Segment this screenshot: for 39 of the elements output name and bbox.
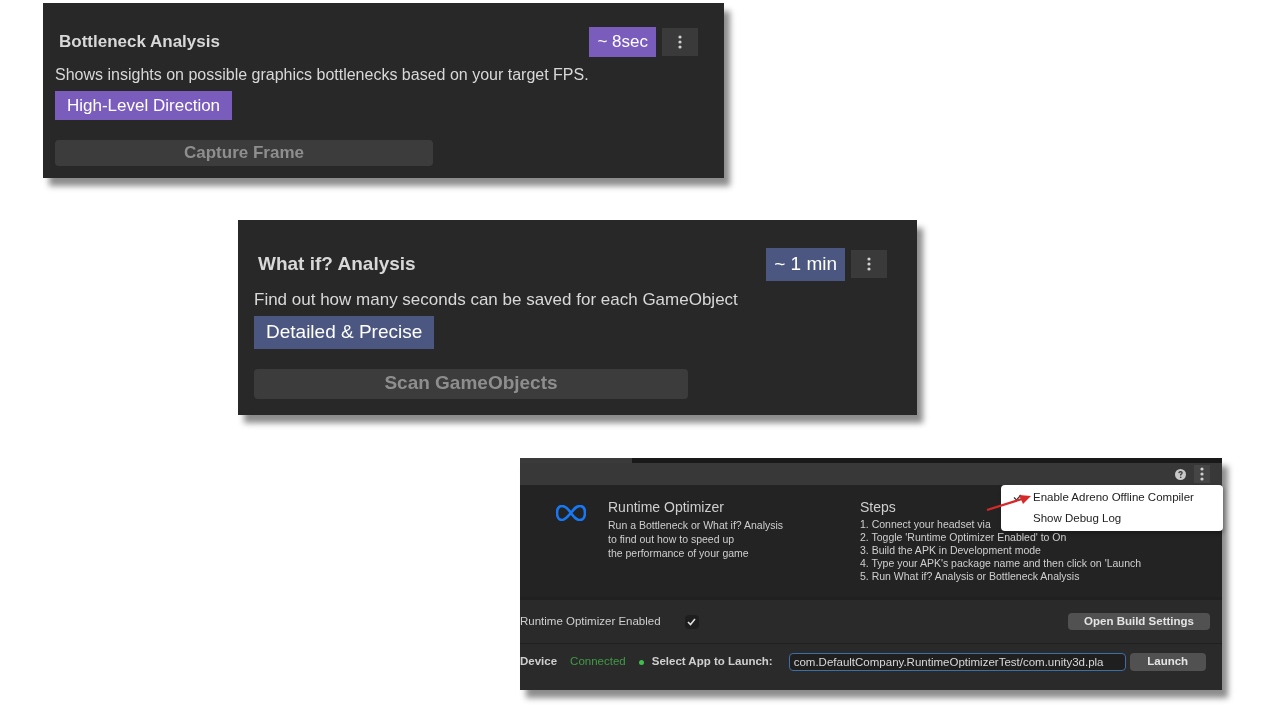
panel-description: Find out how many seconds can be saved for each GameObject [254,288,739,311]
panel-description: Shows insights on possible graphics bottlenecks based on your target FPS. [55,64,590,85]
more-icon [678,34,682,49]
check-icon [687,617,697,626]
enabled-checkbox[interactable] [684,614,699,629]
more-button[interactable] [851,250,887,279]
description-line: to find out how to speed up [608,533,736,546]
step-text: 4. Type your APK's package name and then click on 'Launch [860,557,1142,570]
more-icon [867,257,871,272]
tag-badge: High-Level Direction [55,90,233,120]
app-input-field[interactable]: com.DefaultCompany.RuntimeOptimizerTest/com.unity3d.pla [788,653,1126,671]
panel-title: What if? Analysis [257,252,416,276]
more-button[interactable] [662,27,698,56]
step-text: 3. Build the APK in Development mode [860,544,1041,557]
optimizer-title: Runtime Optimizer [608,498,725,517]
device-label: Device [520,654,558,670]
action-button[interactable]: Capture Frame [55,140,433,166]
more-button[interactable] [1194,465,1210,483]
panel-title: Bottleneck Analysis [58,31,220,53]
step-text: 1. Connect your headset via [860,518,991,531]
device-status: Connected [570,654,626,670]
enabled-label: Runtime Optimizer Enabled [520,613,661,629]
help-icon[interactable] [1175,468,1186,480]
duration-badge: ~ 8sec [589,27,656,57]
arrow-icon [986,494,1032,512]
build-settings-button[interactable]: Open Build Settings [1068,613,1210,630]
app-label: Select App to Launch: [651,654,773,670]
more-icon [1200,467,1204,481]
description-line: Run a Bottleneck or What if? Analysis [608,519,785,532]
menu-item[interactable]: Show Debug Log [1001,508,1223,529]
duration-badge: ~ 1 min [766,248,845,281]
step-text: 5. Run What if? Analysis or Bottleneck Analysis [860,570,1080,583]
launch-button[interactable]: Launch [1129,653,1206,671]
logo-icon [556,505,586,521]
step-text: 2. Toggle 'Runtime Optimizer Enabled' to On [860,531,1067,544]
steps-title: Steps [860,498,896,517]
tag-badge: Detailed & Precise [254,316,435,349]
action-button[interactable]: Scan GameObjects [254,368,688,399]
description-line: the performance of your game [608,547,750,560]
